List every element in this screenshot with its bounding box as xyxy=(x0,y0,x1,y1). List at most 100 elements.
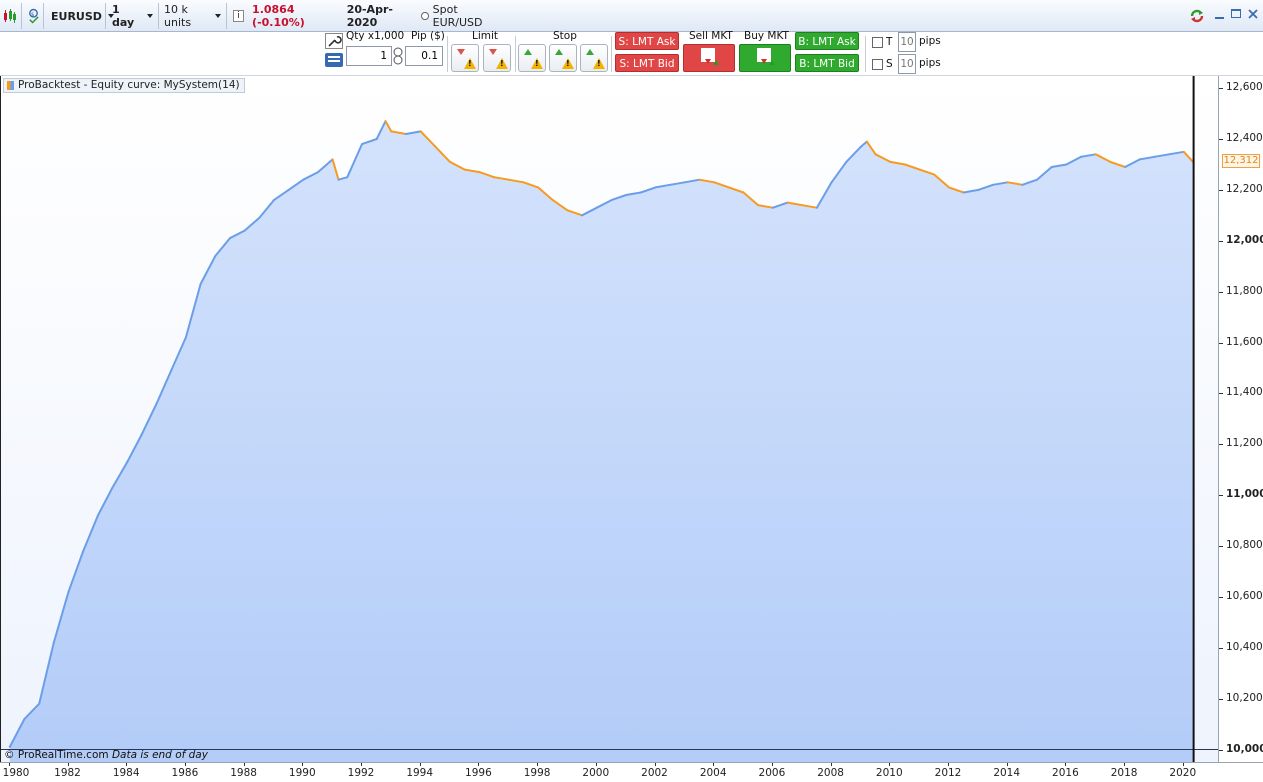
y-tick xyxy=(1219,749,1223,751)
maximize-icon[interactable] xyxy=(1230,8,1242,20)
toolbar-divider xyxy=(515,36,516,72)
price-axis[interactable]: 12,312 10,000 10,200 10,400 10,600 10,800 11,… xyxy=(1218,76,1263,762)
y-tick xyxy=(1219,88,1223,90)
stop-label: Stop xyxy=(553,30,577,42)
quote-summary: i 1.0864 (-0.10%) 20-Apr-2020 Spot EUR/U… xyxy=(228,3,508,29)
spot-toggle[interactable]: Spot EUR/USD xyxy=(421,3,503,29)
y-tick xyxy=(1219,495,1223,497)
buy-limit-bid-button[interactable]: B: LMT Bid xyxy=(795,54,859,72)
y-tick xyxy=(1219,189,1223,191)
warning-icon xyxy=(593,58,605,69)
x-tick-label: 1990 xyxy=(288,767,316,779)
x-tick-label: 1980 xyxy=(2,767,30,779)
x-tick xyxy=(1006,763,1008,766)
warning-icon xyxy=(464,58,476,69)
pip-input[interactable] xyxy=(405,46,443,66)
time-axis[interactable]: 1980 1982 1984 1986 1988 1990 1992 1994 1996 1998… xyxy=(0,762,1263,782)
x-tick xyxy=(126,763,128,766)
pip-label: Pip ($) xyxy=(411,30,445,42)
buy-limit-ask-button[interactable]: B: LMT Ask xyxy=(795,32,859,50)
x-tick xyxy=(478,763,480,766)
toolbar-divider xyxy=(611,36,612,72)
close-icon[interactable] xyxy=(1247,8,1259,20)
y-tick xyxy=(1219,291,1223,293)
svg-text:$: $ xyxy=(31,12,35,18)
y-tick-label: 12,000 xyxy=(1226,233,1263,246)
limit-buy-button[interactable] xyxy=(483,44,511,72)
legend-swatch-icon xyxy=(7,81,14,90)
price-change: 1.0864 (-0.10%) xyxy=(252,3,305,29)
spot-label: Spot EUR/USD xyxy=(432,3,483,29)
sell-market-button[interactable] xyxy=(683,44,735,72)
x-tick-label: 2014 xyxy=(993,767,1021,779)
chevron-down-icon xyxy=(215,14,221,18)
x-tick xyxy=(713,763,715,766)
qty-label: Qty x1,000 xyxy=(346,30,405,42)
equity-chart[interactable]: ProBacktest - Equity curve: MySystem(14)… xyxy=(0,76,1218,762)
stop-buy-button[interactable] xyxy=(549,44,577,72)
x-tick xyxy=(302,763,304,766)
x-tick xyxy=(595,763,597,766)
y-tick xyxy=(1219,698,1223,700)
x-tick-label: 2006 xyxy=(758,767,786,779)
link-icon[interactable] xyxy=(393,47,403,65)
y-tick-label: 10,800 xyxy=(1226,539,1263,551)
buy-market-button[interactable] xyxy=(739,44,791,72)
y-tick-label: 12,600 xyxy=(1226,81,1263,94)
y-tick-label: 10,600 xyxy=(1226,589,1263,602)
indicator-legend[interactable]: ProBacktest - Equity curve: MySystem(14) xyxy=(3,78,245,93)
x-tick-label: 2020 xyxy=(1169,767,1197,779)
x-tick-label: 2004 xyxy=(699,767,727,779)
candlestick-chart-icon[interactable] xyxy=(0,3,22,29)
y-tick-label: 11,600 xyxy=(1226,335,1263,348)
wrench-icon[interactable] xyxy=(325,33,343,49)
minimize-icon[interactable] xyxy=(1214,8,1226,20)
warning-icon xyxy=(496,58,508,69)
x-tick-label: 2016 xyxy=(1052,767,1079,779)
instrument-list-icon[interactable]: $ xyxy=(24,3,44,29)
order-toolbar: Qty x1,000 Pip ($) Limit Stop S: LMT Ask… xyxy=(0,30,1263,76)
y-tick xyxy=(1219,240,1223,242)
stop-trailing-button[interactable] xyxy=(580,44,608,72)
equity-curve-plot xyxy=(1,76,1218,762)
x-tick xyxy=(361,763,362,766)
x-tick-label: 2002 xyxy=(641,767,668,779)
take-profit-label: T xyxy=(886,36,893,48)
take-profit-pips-input[interactable] xyxy=(898,32,916,52)
sell-limit-bid-button[interactable]: S: LMT Bid xyxy=(615,54,679,72)
stop-sell-button[interactable] xyxy=(518,44,546,72)
x-tick-label: 2008 xyxy=(817,767,844,779)
stop-loss-pips-label: pips xyxy=(919,57,941,69)
refresh-icon[interactable] xyxy=(1188,7,1206,25)
last-value-tag: 12,312 xyxy=(1222,154,1260,169)
x-tick xyxy=(1124,763,1126,766)
take-profit-checkbox[interactable] xyxy=(872,37,883,48)
limit-sell-button[interactable] xyxy=(451,44,479,72)
arrow-up-icon xyxy=(586,49,594,55)
x-tick xyxy=(1065,763,1067,766)
x-tick-label: 1986 xyxy=(171,767,199,779)
legend-label: ProBacktest - Equity curve: MySystem(14) xyxy=(18,79,240,91)
y-tick xyxy=(1219,393,1223,395)
take-profit-pips-label: pips xyxy=(919,35,941,47)
y-tick-label: 10,400 xyxy=(1226,640,1263,653)
timeframe-selector[interactable]: 1 day xyxy=(107,3,159,29)
quote-date: 20-Apr-2020 xyxy=(346,3,393,29)
units-selector[interactable]: 10 k units xyxy=(159,3,227,29)
sell-limit-ask-button[interactable]: S: LMT Ask xyxy=(615,32,679,50)
stop-loss-pips-input[interactable] xyxy=(898,54,916,74)
warning-icon xyxy=(562,58,574,69)
x-tick xyxy=(419,763,421,766)
x-tick-label: 1992 xyxy=(347,767,375,779)
instrument-selector[interactable]: EURUSD xyxy=(46,3,114,29)
y-tick-label: 11,800 xyxy=(1226,284,1263,297)
y-tick xyxy=(1219,647,1223,649)
stop-loss-checkbox[interactable] xyxy=(872,59,883,70)
keyboard-icon[interactable] xyxy=(325,53,343,67)
chevron-down-icon xyxy=(147,14,153,18)
info-icon[interactable]: i xyxy=(233,10,245,22)
x-tick xyxy=(184,763,186,766)
qty-input[interactable] xyxy=(346,46,392,66)
top-bar: $ EURUSD 1 day 10 k units i 1.0864 (-0.1… xyxy=(0,0,1263,32)
x-tick xyxy=(948,763,949,766)
